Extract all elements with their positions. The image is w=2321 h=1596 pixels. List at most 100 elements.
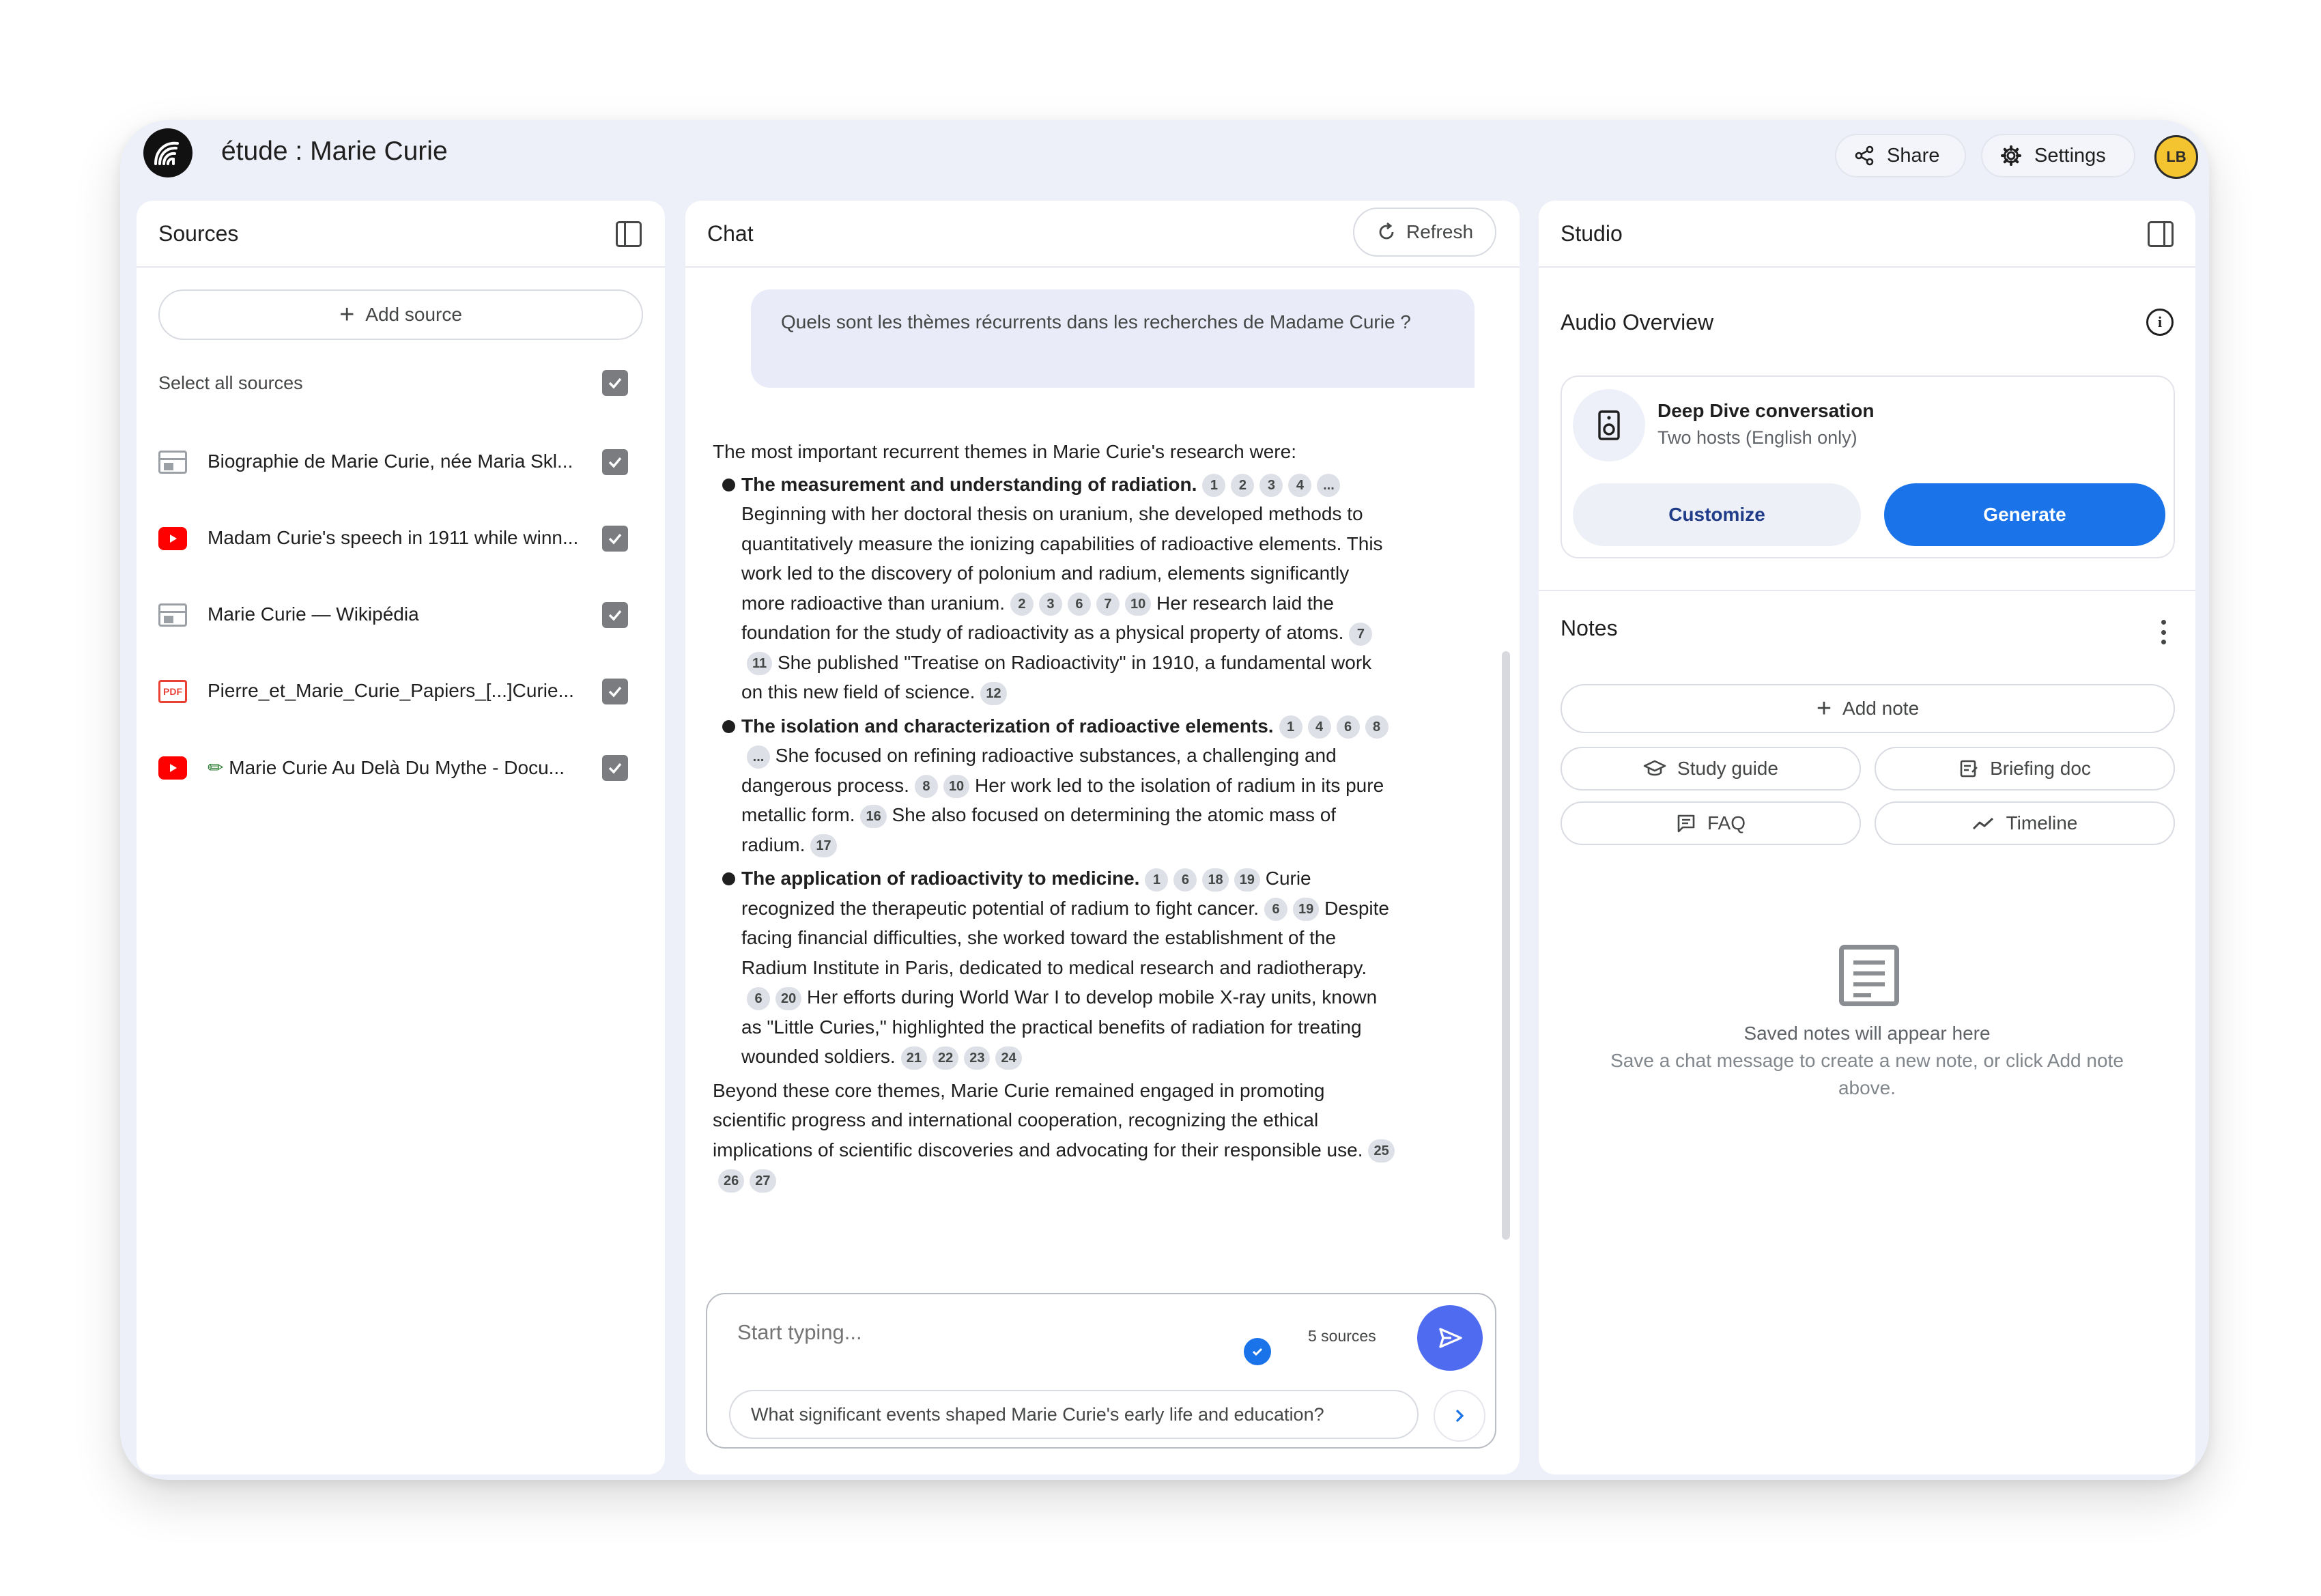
chat-scrollbar[interactable] bbox=[1502, 651, 1510, 1240]
citation-chip[interactable]: 6 bbox=[1173, 868, 1197, 892]
citation-chip[interactable]: 7 bbox=[1349, 622, 1373, 646]
study-guide-button[interactable]: Study guide bbox=[1561, 747, 1861, 790]
faq-button[interactable]: FAQ bbox=[1561, 801, 1861, 845]
pdf-icon: PDF bbox=[158, 680, 187, 703]
citation-chip[interactable]: 17 bbox=[810, 834, 837, 858]
source-checkbox[interactable] bbox=[602, 679, 628, 704]
citation-chip[interactable]: 2 bbox=[1231, 474, 1255, 498]
source-label: Marie Curie — Wikipédia bbox=[208, 603, 419, 625]
citation-chip[interactable]: 19 bbox=[1234, 868, 1260, 892]
settings-label: Settings bbox=[2034, 144, 2106, 167]
source-label: Pierre_et_Marie_Curie_Papiers_[...]Curie… bbox=[208, 680, 574, 701]
pen-emoji-icon: ✏ bbox=[208, 757, 224, 778]
citation-chip[interactable]: 21 bbox=[900, 1046, 927, 1070]
citation-chip[interactable]: ... bbox=[1317, 474, 1341, 498]
share-icon bbox=[1855, 145, 1874, 166]
next-suggestion-button[interactable] bbox=[1434, 1390, 1485, 1442]
source-item[interactable]: Biographie de Marie Curie, née Maria Skl… bbox=[137, 436, 665, 490]
citation-chip[interactable]: 1 bbox=[1202, 474, 1226, 498]
add-note-button[interactable]: + Add note bbox=[1561, 684, 2175, 733]
source-checkbox[interactable] bbox=[602, 602, 628, 628]
citation-chip[interactable]: 4 bbox=[1307, 715, 1331, 739]
add-source-button[interactable]: + Add source bbox=[158, 289, 643, 340]
user-avatar[interactable]: LB bbox=[2154, 135, 2198, 179]
check-icon bbox=[608, 533, 622, 545]
source-checkbox[interactable] bbox=[602, 526, 628, 552]
refresh-button[interactable]: Refresh bbox=[1353, 208, 1496, 257]
bullet-heading: The application of radioactivity to medi… bbox=[741, 868, 1140, 889]
gear-icon bbox=[2001, 145, 2021, 166]
citation-chip[interactable]: 6 bbox=[747, 986, 770, 1010]
citation-chip[interactable]: 19 bbox=[1293, 898, 1320, 922]
answer-outro: Beyond these core themes, Marie Curie re… bbox=[713, 1076, 1395, 1195]
citation-chip[interactable]: 8 bbox=[1365, 715, 1389, 739]
check-icon bbox=[608, 763, 622, 774]
collapse-studio-panel-icon[interactable] bbox=[2148, 221, 2174, 247]
avatar-initials: LB bbox=[2166, 148, 2187, 165]
citation-chip[interactable]: 3 bbox=[1038, 593, 1062, 616]
source-item[interactable]: PDF Pierre_et_Marie_Curie_Papiers_[...]C… bbox=[137, 665, 665, 719]
citation-chip[interactable]: 16 bbox=[860, 804, 887, 828]
citation-chip[interactable]: 8 bbox=[914, 775, 938, 799]
faq-label: FAQ bbox=[1707, 812, 1746, 833]
answer-bullet: The application of radioactivity to medi… bbox=[713, 864, 1395, 1072]
citation-chip[interactable]: 6 bbox=[1336, 715, 1360, 739]
citation-chip[interactable]: 12 bbox=[980, 681, 1007, 705]
citation-chip[interactable]: 22 bbox=[932, 1046, 959, 1070]
answer-list: The measurement and understanding of rad… bbox=[713, 470, 1395, 1072]
citation-chip[interactable]: 1 bbox=[1145, 868, 1169, 892]
notebooklm-logo-icon[interactable] bbox=[143, 128, 193, 177]
citation-chip[interactable]: 6 bbox=[1264, 898, 1288, 922]
collapse-sources-panel-icon[interactable] bbox=[616, 221, 642, 247]
speaker-icon bbox=[1573, 389, 1645, 461]
select-all-checkbox[interactable] bbox=[602, 370, 628, 396]
citation-chip[interactable]: 4 bbox=[1288, 474, 1312, 498]
check-icon bbox=[608, 457, 622, 468]
citation-chip[interactable]: 26 bbox=[718, 1169, 745, 1193]
study-guide-label: Study guide bbox=[1677, 758, 1778, 779]
check-icon bbox=[608, 686, 622, 698]
customize-button[interactable]: Customize bbox=[1573, 483, 1861, 546]
citation-chip[interactable]: 18 bbox=[1202, 868, 1229, 892]
empty-notes-title: Saved notes will appear here bbox=[1743, 1023, 1991, 1044]
citation-chip[interactable]: 10 bbox=[1124, 593, 1152, 616]
citation-chip[interactable]: 1 bbox=[1279, 715, 1302, 739]
source-label-text: Marie Curie Au Delà Du Mythe - Docu... bbox=[229, 757, 565, 778]
citation-chip[interactable]: 27 bbox=[750, 1169, 776, 1193]
citation-chip[interactable]: 3 bbox=[1259, 474, 1283, 498]
citation-chip[interactable]: 20 bbox=[775, 986, 802, 1010]
empty-notes-subtitle: Save a chat message to create a new note… bbox=[1610, 1050, 2124, 1098]
source-checkbox[interactable] bbox=[602, 755, 628, 781]
citation-chip[interactable]: 7 bbox=[1096, 593, 1120, 616]
suggested-question[interactable]: What significant events shaped Marie Cur… bbox=[729, 1390, 1419, 1439]
doc-note-icon bbox=[1960, 760, 1978, 778]
sources-header: Sources bbox=[137, 201, 665, 268]
notebook-title[interactable]: étude : Marie Curie bbox=[221, 137, 448, 167]
more-options-icon[interactable] bbox=[2160, 620, 2167, 644]
generate-button[interactable]: Generate bbox=[1884, 483, 2165, 546]
plus-icon: + bbox=[1816, 694, 1832, 723]
source-checkbox[interactable] bbox=[602, 449, 628, 475]
chat-input[interactable] bbox=[737, 1320, 1215, 1345]
share-button[interactable]: Share bbox=[1835, 134, 1966, 177]
citation-chip[interactable]: 23 bbox=[964, 1046, 991, 1070]
timeline-button[interactable]: Timeline bbox=[1875, 801, 2175, 845]
source-item[interactable]: ✏ Marie Curie Au Delà Du Mythe - Docu... bbox=[137, 741, 665, 796]
youtube-icon bbox=[158, 527, 187, 550]
source-item[interactable]: Madam Curie's speech in 1911 while winn.… bbox=[137, 512, 665, 567]
citation-chip[interactable]: 24 bbox=[995, 1046, 1022, 1070]
info-icon[interactable]: i bbox=[2146, 309, 2174, 336]
settings-button[interactable]: Settings bbox=[1981, 134, 2135, 177]
citation-chip[interactable]: 6 bbox=[1067, 593, 1091, 616]
citation-chip[interactable]: 10 bbox=[943, 775, 970, 799]
source-item[interactable]: Marie Curie — Wikipédia bbox=[137, 588, 665, 643]
citation-chip[interactable]: ... bbox=[747, 745, 770, 769]
send-button[interactable] bbox=[1417, 1305, 1483, 1371]
citation-chip[interactable]: 11 bbox=[747, 652, 773, 676]
bullet-heading: The isolation and characterization of ra… bbox=[741, 715, 1274, 737]
citation-chip[interactable]: 25 bbox=[1368, 1139, 1395, 1163]
citation-chip[interactable]: 2 bbox=[1010, 593, 1034, 616]
briefing-doc-button[interactable]: Briefing doc bbox=[1875, 747, 2175, 790]
briefing-doc-label: Briefing doc bbox=[1990, 758, 2091, 779]
studio-panel: Studio Audio Overview i Deep Dive conver… bbox=[1539, 201, 2195, 1474]
